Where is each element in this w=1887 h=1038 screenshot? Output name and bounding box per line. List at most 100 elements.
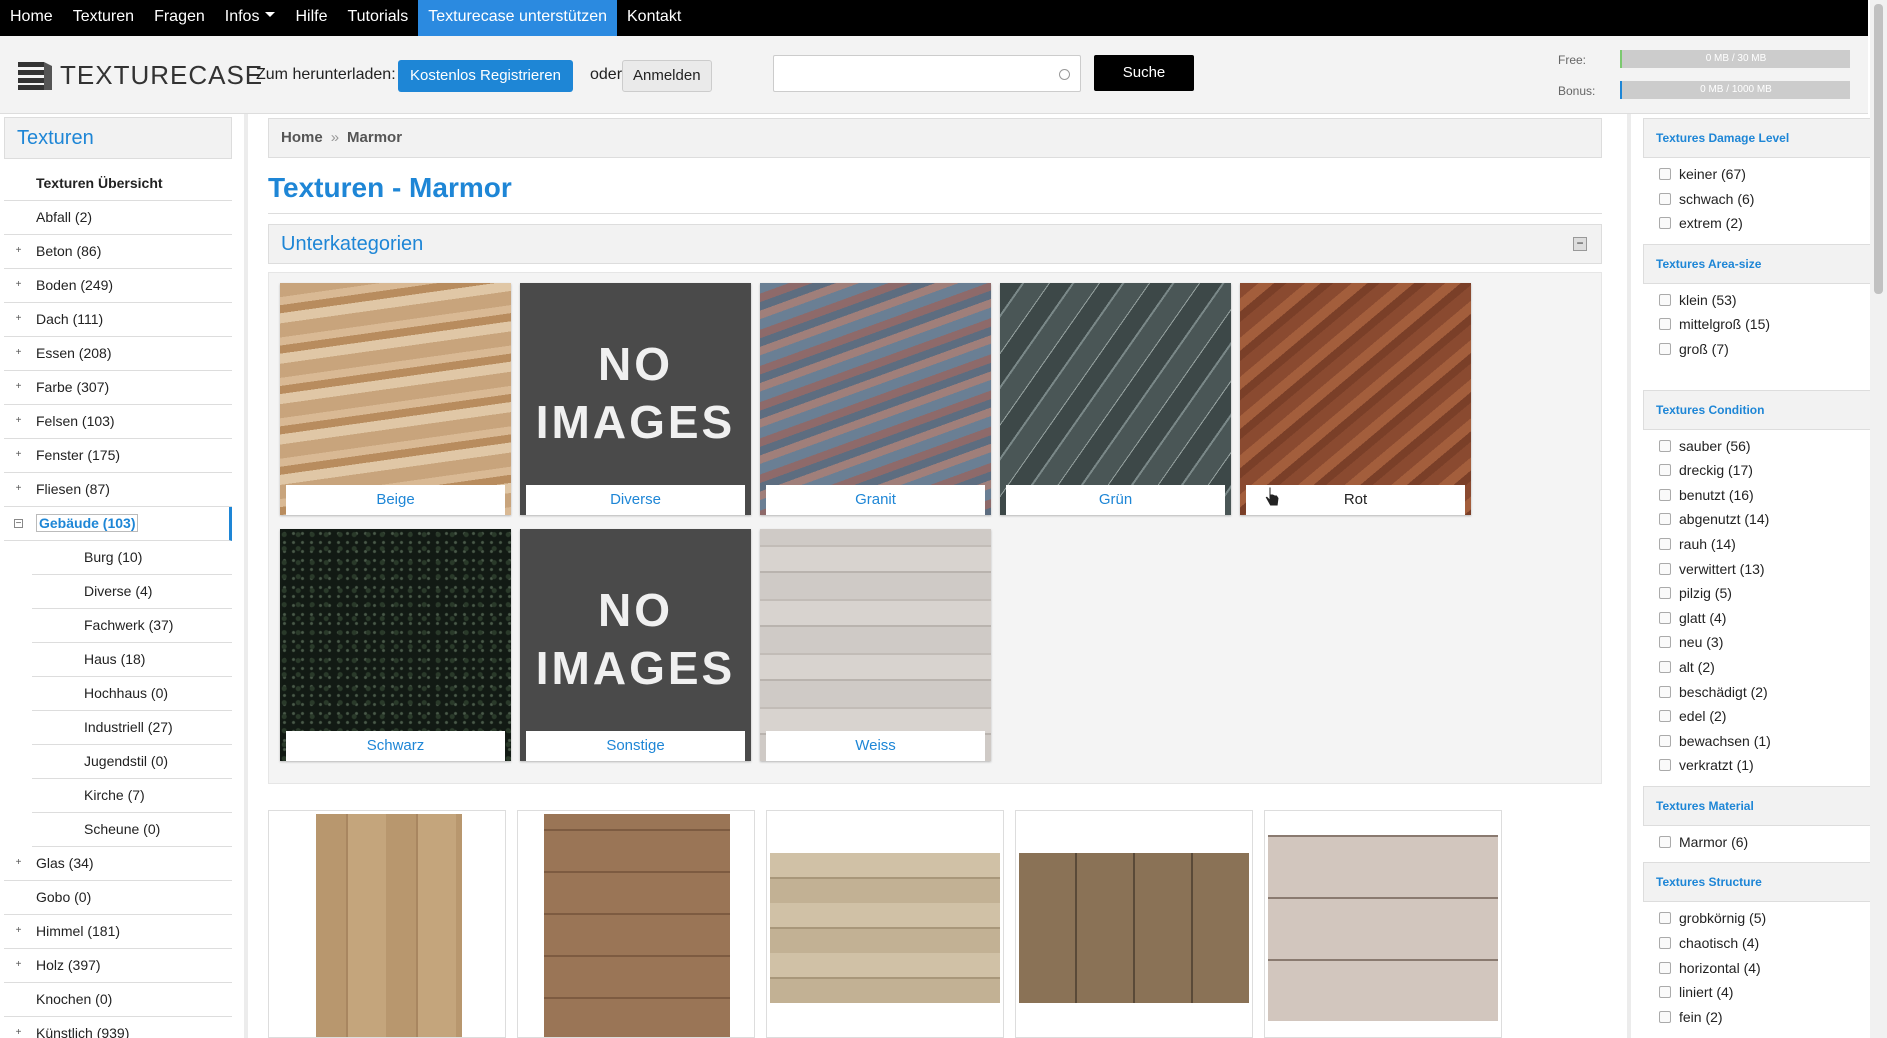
- subcategory-card[interactable]: Rot: [1240, 283, 1471, 515]
- checkbox[interactable]: [1659, 168, 1671, 180]
- subcategory-card[interactable]: NO IMAGES Diverse: [520, 283, 751, 515]
- sidebar-item[interactable]: + Künstlich (939): [4, 1017, 232, 1038]
- checkbox[interactable]: [1659, 636, 1671, 649]
- sidebar-item[interactable]: Diverse (4): [32, 575, 232, 609]
- sidebar-item[interactable]: + Fliesen (87): [4, 473, 232, 507]
- register-button[interactable]: Kostenlos Registrieren: [398, 60, 573, 92]
- checkbox[interactable]: [1659, 937, 1671, 950]
- filter-option[interactable]: keiner (67): [1659, 162, 1871, 187]
- expand-icon[interactable]: +: [14, 926, 23, 936]
- breadcrumb-home[interactable]: Home: [281, 129, 323, 146]
- checkbox[interactable]: [1659, 1010, 1671, 1023]
- sidebar-item[interactable]: Hochhaus (0): [32, 677, 232, 711]
- expand-icon[interactable]: +: [14, 314, 23, 324]
- sidebar-item[interactable]: + Glas (34): [4, 847, 232, 881]
- nav-home[interactable]: Home: [0, 0, 63, 36]
- checkbox[interactable]: [1659, 685, 1671, 698]
- scrollbar[interactable]: [1870, 0, 1887, 1038]
- expand-icon[interactable]: +: [14, 246, 23, 256]
- expand-icon[interactable]: +: [14, 416, 23, 426]
- filter-option[interactable]: alt (2): [1659, 655, 1871, 680]
- nav-hilfe[interactable]: Hilfe: [285, 0, 337, 36]
- sidebar-item[interactable]: Gobo (0): [4, 881, 232, 915]
- filter-option[interactable]: dreckig (17): [1659, 458, 1871, 483]
- sidebar-item[interactable]: + Dach (111): [4, 303, 232, 337]
- checkbox[interactable]: [1659, 562, 1671, 575]
- filter-option[interactable]: groß (7): [1659, 337, 1871, 362]
- filter-option[interactable]: rauh (14): [1659, 532, 1871, 557]
- expand-icon[interactable]: +: [14, 1028, 23, 1038]
- checkbox[interactable]: [1659, 660, 1671, 673]
- expand-icon[interactable]: +: [14, 382, 23, 392]
- sidebar-item[interactable]: Scheune (0): [32, 813, 232, 847]
- expand-icon[interactable]: +: [14, 960, 23, 970]
- texture-tile[interactable]: [766, 810, 1004, 1038]
- sidebar-item[interactable]: + Fenster (175): [4, 439, 232, 473]
- sidebar-item[interactable]: Abfall (2): [4, 201, 232, 235]
- filter-option[interactable]: glatt (4): [1659, 606, 1871, 631]
- checkbox[interactable]: [1659, 342, 1671, 355]
- filter-option[interactable]: fein (2): [1659, 1005, 1871, 1030]
- checkbox[interactable]: [1659, 835, 1671, 848]
- sidebar-item[interactable]: Haus (18): [32, 643, 232, 677]
- checkbox[interactable]: [1659, 986, 1671, 999]
- filter-option[interactable]: schwach (6): [1659, 187, 1871, 212]
- expand-icon[interactable]: +: [14, 484, 23, 494]
- checkbox[interactable]: [1659, 961, 1671, 974]
- collapse-icon[interactable]: −: [14, 519, 23, 529]
- scrollbar-thumb[interactable]: [1874, 4, 1883, 294]
- subcategory-card[interactable]: Beige: [280, 283, 511, 515]
- collapse-icon[interactable]: −: [1573, 237, 1587, 251]
- search-button[interactable]: Suche: [1094, 55, 1194, 91]
- sidebar-item[interactable]: + Boden (249): [4, 269, 232, 303]
- filter-option[interactable]: Marmor (6): [1659, 830, 1871, 855]
- expand-icon[interactable]: +: [14, 858, 23, 868]
- filter-option[interactable]: verkratzt (1): [1659, 753, 1871, 778]
- checkbox[interactable]: [1659, 611, 1671, 624]
- nav-kontakt[interactable]: Kontakt: [617, 0, 691, 36]
- filter-option[interactable]: horizontal (4): [1659, 956, 1871, 981]
- checkbox[interactable]: [1659, 710, 1671, 723]
- checkbox[interactable]: [1659, 587, 1671, 600]
- sidebar-item[interactable]: + Holz (397): [4, 949, 232, 983]
- expand-icon[interactable]: +: [14, 280, 23, 290]
- sidebar-item[interactable]: Kirche (7): [32, 779, 232, 813]
- filter-option[interactable]: grobkörnig (5): [1659, 906, 1871, 931]
- search-input[interactable]: [773, 55, 1081, 92]
- sidebar-item[interactable]: + Himmel (181): [4, 915, 232, 949]
- filter-option[interactable]: extrem (2): [1659, 211, 1871, 236]
- filter-option[interactable]: klein (53): [1659, 288, 1871, 313]
- checkbox[interactable]: [1659, 734, 1671, 747]
- sidebar-item[interactable]: + Farbe (307): [4, 371, 232, 405]
- texture-tile[interactable]: [1264, 810, 1502, 1038]
- checkbox[interactable]: [1659, 439, 1671, 452]
- filter-option[interactable]: liniert (4): [1659, 980, 1871, 1005]
- filter-option[interactable]: mittelgroß (15): [1659, 312, 1871, 337]
- subcategory-card[interactable]: NO IMAGES Sonstige: [520, 529, 751, 761]
- filter-option[interactable]: neu (3): [1659, 630, 1871, 655]
- texture-tile[interactable]: [1015, 810, 1253, 1038]
- checkbox[interactable]: [1659, 488, 1671, 501]
- subcategory-card[interactable]: Schwarz: [280, 529, 511, 761]
- sidebar-item[interactable]: Industriell (27): [32, 711, 232, 745]
- sidebar-item[interactable]: + Beton (86): [4, 235, 232, 269]
- subcategory-card[interactable]: Weiss: [760, 529, 991, 761]
- subcategory-card[interactable]: Grün: [1000, 283, 1231, 515]
- filter-option[interactable]: bewachsen (1): [1659, 729, 1871, 754]
- login-button[interactable]: Anmelden: [622, 60, 712, 92]
- texture-tile[interactable]: [268, 810, 506, 1038]
- nav-fragen[interactable]: Fragen: [144, 0, 215, 36]
- texture-tile[interactable]: [517, 810, 755, 1038]
- expand-icon[interactable]: +: [14, 348, 23, 358]
- filter-option[interactable]: sauber (56): [1659, 434, 1871, 459]
- checkbox[interactable]: [1659, 464, 1671, 477]
- nav-texturen[interactable]: Texturen: [63, 0, 144, 36]
- filter-option[interactable]: benutzt (16): [1659, 483, 1871, 508]
- sidebar-item[interactable]: + Felsen (103): [4, 405, 232, 439]
- checkbox[interactable]: [1659, 912, 1671, 925]
- checkbox[interactable]: [1659, 759, 1671, 772]
- filter-option[interactable]: verwittert (13): [1659, 557, 1871, 582]
- checkbox[interactable]: [1659, 537, 1671, 550]
- checkbox[interactable]: [1659, 293, 1671, 306]
- filter-option[interactable]: beschädigt (2): [1659, 680, 1871, 705]
